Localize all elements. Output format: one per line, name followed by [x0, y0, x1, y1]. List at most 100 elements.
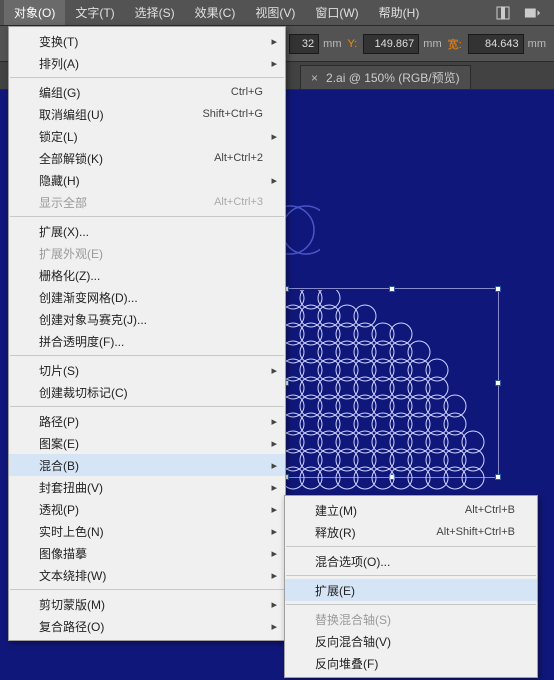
object-menu-item-label: 复合路径(O)	[39, 618, 263, 635]
blend-menu-item-label: 替换混合轴(S)	[315, 611, 515, 628]
menubar: 对象(O) 文字(T) 选择(S) 效果(C) 视图(V) 窗口(W) 帮助(H…	[0, 0, 554, 26]
object-menu-item-6[interactable]: 全部解锁(K)Alt+Ctrl+2	[9, 147, 285, 169]
w-unit: mm	[528, 38, 546, 50]
menu-help[interactable]: 帮助(H)	[369, 0, 430, 25]
object-menu-item-13[interactable]: 创建渐变网格(D)...	[9, 286, 285, 308]
object-menu-item-label: 文本绕排(W)	[39, 567, 263, 584]
blend-menu-item-8[interactable]: 反向混合轴(V)	[285, 630, 537, 652]
object-menu-sep	[10, 216, 284, 217]
object-menu-item-24[interactable]: 透视(P)	[9, 498, 285, 520]
blend-menu-sep	[286, 575, 536, 576]
object-menu-item-22[interactable]: 混合(B)	[9, 454, 285, 476]
object-menu-item-21[interactable]: 图案(E)	[9, 432, 285, 454]
object-menu-item-17[interactable]: 切片(S)	[9, 359, 285, 381]
blend-menu-sep	[286, 546, 536, 547]
object-menu-item-30[interactable]: 复合路径(O)	[9, 615, 285, 637]
object-menu-item-label: 创建对象马赛克(J)...	[39, 311, 263, 328]
artwork-blend-circles	[285, 290, 535, 490]
object-menu-item-23[interactable]: 封套扭曲(V)	[9, 476, 285, 498]
object-menu-sep	[10, 406, 284, 407]
menu-view[interactable]: 视图(V)	[245, 0, 305, 25]
object-menu-item-18[interactable]: 创建裁切标记(C)	[9, 381, 285, 403]
menu-select[interactable]: 选择(S)	[125, 0, 185, 25]
object-menu-item-label: 创建裁切标记(C)	[39, 384, 263, 401]
object-menu-item-27[interactable]: 文本绕排(W)	[9, 564, 285, 586]
menu-text[interactable]: 文字(T)	[65, 0, 124, 25]
object-menu-item-8: 显示全部Alt+Ctrl+3	[9, 191, 285, 213]
object-menu-item-12[interactable]: 栅格化(Z)...	[9, 264, 285, 286]
object-menu-item-label: 变换(T)	[39, 33, 263, 50]
blend-menu-item-label: 反向混合轴(V)	[315, 633, 515, 650]
object-menu-item-label: 剪切蒙版(M)	[39, 596, 263, 613]
object-menu-item-label: 全部解锁(K)	[39, 150, 214, 167]
blend-menu-item-7: 替换混合轴(S)	[285, 608, 537, 630]
x-input[interactable]	[289, 34, 319, 54]
object-menu-item-label: 图像描摹	[39, 545, 263, 562]
object-menu-item-label: 图案(E)	[39, 435, 263, 452]
object-menu-item-5[interactable]: 锁定(L)	[9, 125, 285, 147]
blend-menu-item-9[interactable]: 反向堆叠(F)	[285, 652, 537, 674]
workspace-icon[interactable]	[524, 6, 542, 20]
w-label: 宽:	[448, 36, 462, 52]
object-menu-item-29[interactable]: 剪切蒙版(M)	[9, 593, 285, 615]
blend-menu-item-label: 混合选项(O)...	[315, 553, 515, 570]
blend-menu-item-5[interactable]: 扩展(E)	[285, 579, 537, 601]
blend-menu-sep	[286, 604, 536, 605]
blend-menu-item-shortcut: Alt+Ctrl+B	[465, 504, 515, 516]
object-menu-item-7[interactable]: 隐藏(H)	[9, 169, 285, 191]
object-menu-item-label: 实时上色(N)	[39, 523, 263, 540]
object-menu-item-label: 路径(P)	[39, 413, 263, 430]
object-menu-sep	[10, 77, 284, 78]
object-menu-item-label: 扩展外观(E)	[39, 245, 263, 262]
object-menu-dropdown: 变换(T)排列(A)编组(G)Ctrl+G取消编组(U)Shift+Ctrl+G…	[8, 26, 286, 641]
blend-menu-item-shortcut: Alt+Shift+Ctrl+B	[436, 526, 515, 538]
y-input[interactable]	[363, 34, 419, 54]
object-menu-item-label: 排列(A)	[39, 55, 263, 72]
blend-menu-item-label: 释放(R)	[315, 524, 436, 541]
y-label: Y:	[347, 38, 357, 50]
object-menu-item-label: 锁定(L)	[39, 128, 263, 145]
blend-menu-item-1[interactable]: 释放(R)Alt+Shift+Ctrl+B	[285, 521, 537, 543]
object-menu-item-shortcut: Shift+Ctrl+G	[202, 108, 263, 120]
menu-window[interactable]: 窗口(W)	[305, 0, 368, 25]
object-menu-item-25[interactable]: 实时上色(N)	[9, 520, 285, 542]
menu-object[interactable]: 对象(O)	[4, 0, 65, 25]
object-menu-item-20[interactable]: 路径(P)	[9, 410, 285, 432]
object-menu-item-label: 显示全部	[39, 194, 214, 211]
object-menu-item-10[interactable]: 扩展(X)...	[9, 220, 285, 242]
object-menu-item-label: 混合(B)	[39, 457, 263, 474]
object-menu-item-shortcut: Ctrl+G	[231, 86, 263, 98]
object-menu-item-14[interactable]: 创建对象马赛克(J)...	[9, 308, 285, 330]
object-menu-item-26[interactable]: 图像描摹	[9, 542, 285, 564]
object-menu-item-label: 拼合透明度(F)...	[39, 333, 263, 350]
object-menu-item-15[interactable]: 拼合透明度(F)...	[9, 330, 285, 352]
menu-effect[interactable]: 效果(C)	[185, 0, 246, 25]
object-menu-item-label: 封套扭曲(V)	[39, 479, 263, 496]
object-menu-item-0[interactable]: 变换(T)	[9, 30, 285, 52]
object-menu-item-label: 取消编组(U)	[39, 106, 202, 123]
object-menu-item-label: 切片(S)	[39, 362, 263, 379]
object-menu-item-label: 栅格化(Z)...	[39, 267, 263, 284]
document-tab[interactable]: × 2.ai @ 150% (RGB/预览)	[300, 65, 471, 89]
tab-title: 2.ai @ 150% (RGB/预览)	[326, 69, 460, 86]
object-menu-item-4[interactable]: 取消编组(U)Shift+Ctrl+G	[9, 103, 285, 125]
object-menu-item-label: 隐藏(H)	[39, 172, 263, 189]
blend-submenu: 建立(M)Alt+Ctrl+B释放(R)Alt+Shift+Ctrl+B混合选项…	[284, 495, 538, 678]
blend-menu-item-0[interactable]: 建立(M)Alt+Ctrl+B	[285, 499, 537, 521]
blend-menu-item-label: 扩展(E)	[315, 582, 515, 599]
object-menu-item-3[interactable]: 编组(G)Ctrl+G	[9, 81, 285, 103]
close-icon[interactable]: ×	[311, 71, 318, 85]
object-menu-item-11: 扩展外观(E)	[9, 242, 285, 264]
x-unit: mm	[323, 38, 341, 50]
blend-menu-item-3[interactable]: 混合选项(O)...	[285, 550, 537, 572]
y-unit: mm	[423, 38, 441, 50]
object-menu-sep	[10, 355, 284, 356]
object-menu-item-shortcut: Alt+Ctrl+2	[214, 152, 263, 164]
object-menu-item-1[interactable]: 排列(A)	[9, 52, 285, 74]
object-menu-item-label: 编组(G)	[39, 84, 231, 101]
object-menu-item-label: 创建渐变网格(D)...	[39, 289, 263, 306]
w-input[interactable]	[468, 34, 524, 54]
blend-menu-item-label: 反向堆叠(F)	[315, 655, 515, 672]
object-menu-item-shortcut: Alt+Ctrl+3	[214, 196, 263, 208]
doc-icon[interactable]	[494, 6, 512, 20]
